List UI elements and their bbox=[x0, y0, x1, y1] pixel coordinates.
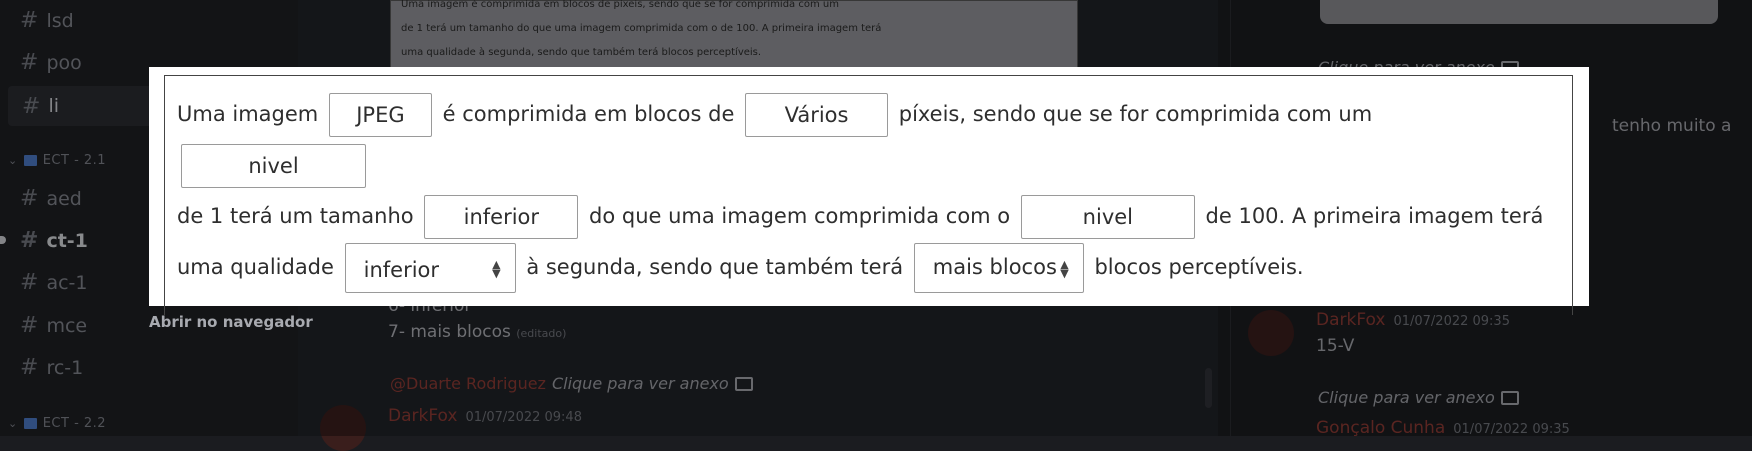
reply-mention: @Duarte Rodriguez bbox=[390, 374, 546, 393]
image-viewer: Uma imagem JPEG é comprimida em blocos d… bbox=[149, 67, 1589, 315]
hash-icon: # bbox=[20, 228, 39, 253]
answer-select-1[interactable]: inferior ▲ ▼ bbox=[344, 243, 516, 293]
book-icon bbox=[23, 418, 37, 429]
avatar[interactable] bbox=[1248, 310, 1294, 356]
select-arrows-icon: ▲ ▼ bbox=[492, 258, 501, 280]
edited-tag: (editado) bbox=[516, 327, 567, 340]
answer-field-4[interactable]: inferior bbox=[424, 195, 579, 239]
message-line: 7- mais blocos (editado) bbox=[388, 322, 567, 342]
message-timestamp: 01/07/2022 09:48 bbox=[465, 410, 582, 425]
hash-icon: # bbox=[20, 270, 39, 295]
attachment-line: de 1 terá um tamanho do que uma imagem c… bbox=[401, 23, 882, 34]
category-ect-2-2[interactable]: ⌄ ECT - 2.2 bbox=[8, 416, 106, 431]
thread-timestamp: 01/07/2022 09:35 bbox=[1453, 422, 1570, 437]
message-author[interactable]: DarkFox 01/07/2022 09:48 bbox=[388, 406, 582, 426]
thread-timestamp: 01/07/2022 09:35 bbox=[1393, 314, 1510, 329]
select-arrows-icon: ▲ ▼ bbox=[1060, 258, 1069, 280]
hash-icon: # bbox=[22, 93, 41, 119]
hash-icon: # bbox=[20, 8, 39, 33]
category-ect-2-1[interactable]: ⌄ ECT - 2.1 bbox=[8, 153, 106, 168]
hash-icon: # bbox=[20, 50, 39, 75]
thread-author[interactable]: Gonçalo Cunha 01/07/2022 09:35 bbox=[1316, 418, 1570, 438]
answer-field-3[interactable]: nivel bbox=[181, 144, 366, 188]
channel-aed[interactable]: # aed bbox=[20, 186, 82, 211]
image-icon bbox=[734, 376, 753, 391]
hash-icon: # bbox=[20, 313, 39, 338]
channel-ct-1[interactable]: # ct-1 bbox=[20, 228, 88, 253]
answer-field-5[interactable]: nivel bbox=[1020, 195, 1195, 239]
attachment-line: Uma imagem é comprimida em blocos de píx… bbox=[401, 0, 839, 10]
thread-attachment-card[interactable] bbox=[1320, 0, 1718, 24]
channel-lsd[interactable]: # lsd bbox=[20, 8, 74, 33]
channel-mce[interactable]: # mce bbox=[20, 313, 87, 338]
answer-field-1[interactable]: JPEG bbox=[328, 93, 432, 137]
unread-indicator bbox=[0, 236, 6, 244]
avatar[interactable] bbox=[320, 405, 366, 451]
chevron-down-icon: ⌄ bbox=[8, 154, 18, 167]
thread-message-text: 15-V bbox=[1316, 336, 1355, 356]
attachment-image[interactable]: Uma imagem é comprimida em blocos de píx… bbox=[390, 0, 1078, 68]
reply-reference[interactable]: @Duarte Rodriguez Clique para ver anexo bbox=[390, 374, 753, 393]
channel-rc-1[interactable]: # rc-1 bbox=[20, 355, 83, 380]
answer-field-2[interactable]: Vários bbox=[745, 93, 889, 137]
channel-ac-1[interactable]: # ac-1 bbox=[20, 270, 87, 295]
attachment-line: uma qualidade à segunda, sendo que també… bbox=[401, 47, 762, 58]
hash-icon: # bbox=[20, 186, 39, 211]
answer-select-2[interactable]: mais blocos ▲ ▼ bbox=[913, 243, 1084, 293]
chat-scrollbar[interactable] bbox=[1205, 368, 1212, 408]
channel-poo[interactable]: # poo bbox=[20, 50, 82, 75]
hash-icon: # bbox=[20, 355, 39, 380]
chevron-down-icon: ⌄ bbox=[8, 417, 18, 430]
open-in-browser-link[interactable]: Abrir no navegador bbox=[149, 313, 313, 331]
thread-message-text: tenho muito a bbox=[1612, 116, 1732, 136]
book-icon bbox=[23, 155, 37, 166]
question-text: Uma imagem JPEG é comprimida em blocos d… bbox=[177, 89, 1557, 293]
thread-reply-reference[interactable]: Clique para ver anexo bbox=[1318, 388, 1519, 407]
image-icon bbox=[1500, 390, 1519, 405]
